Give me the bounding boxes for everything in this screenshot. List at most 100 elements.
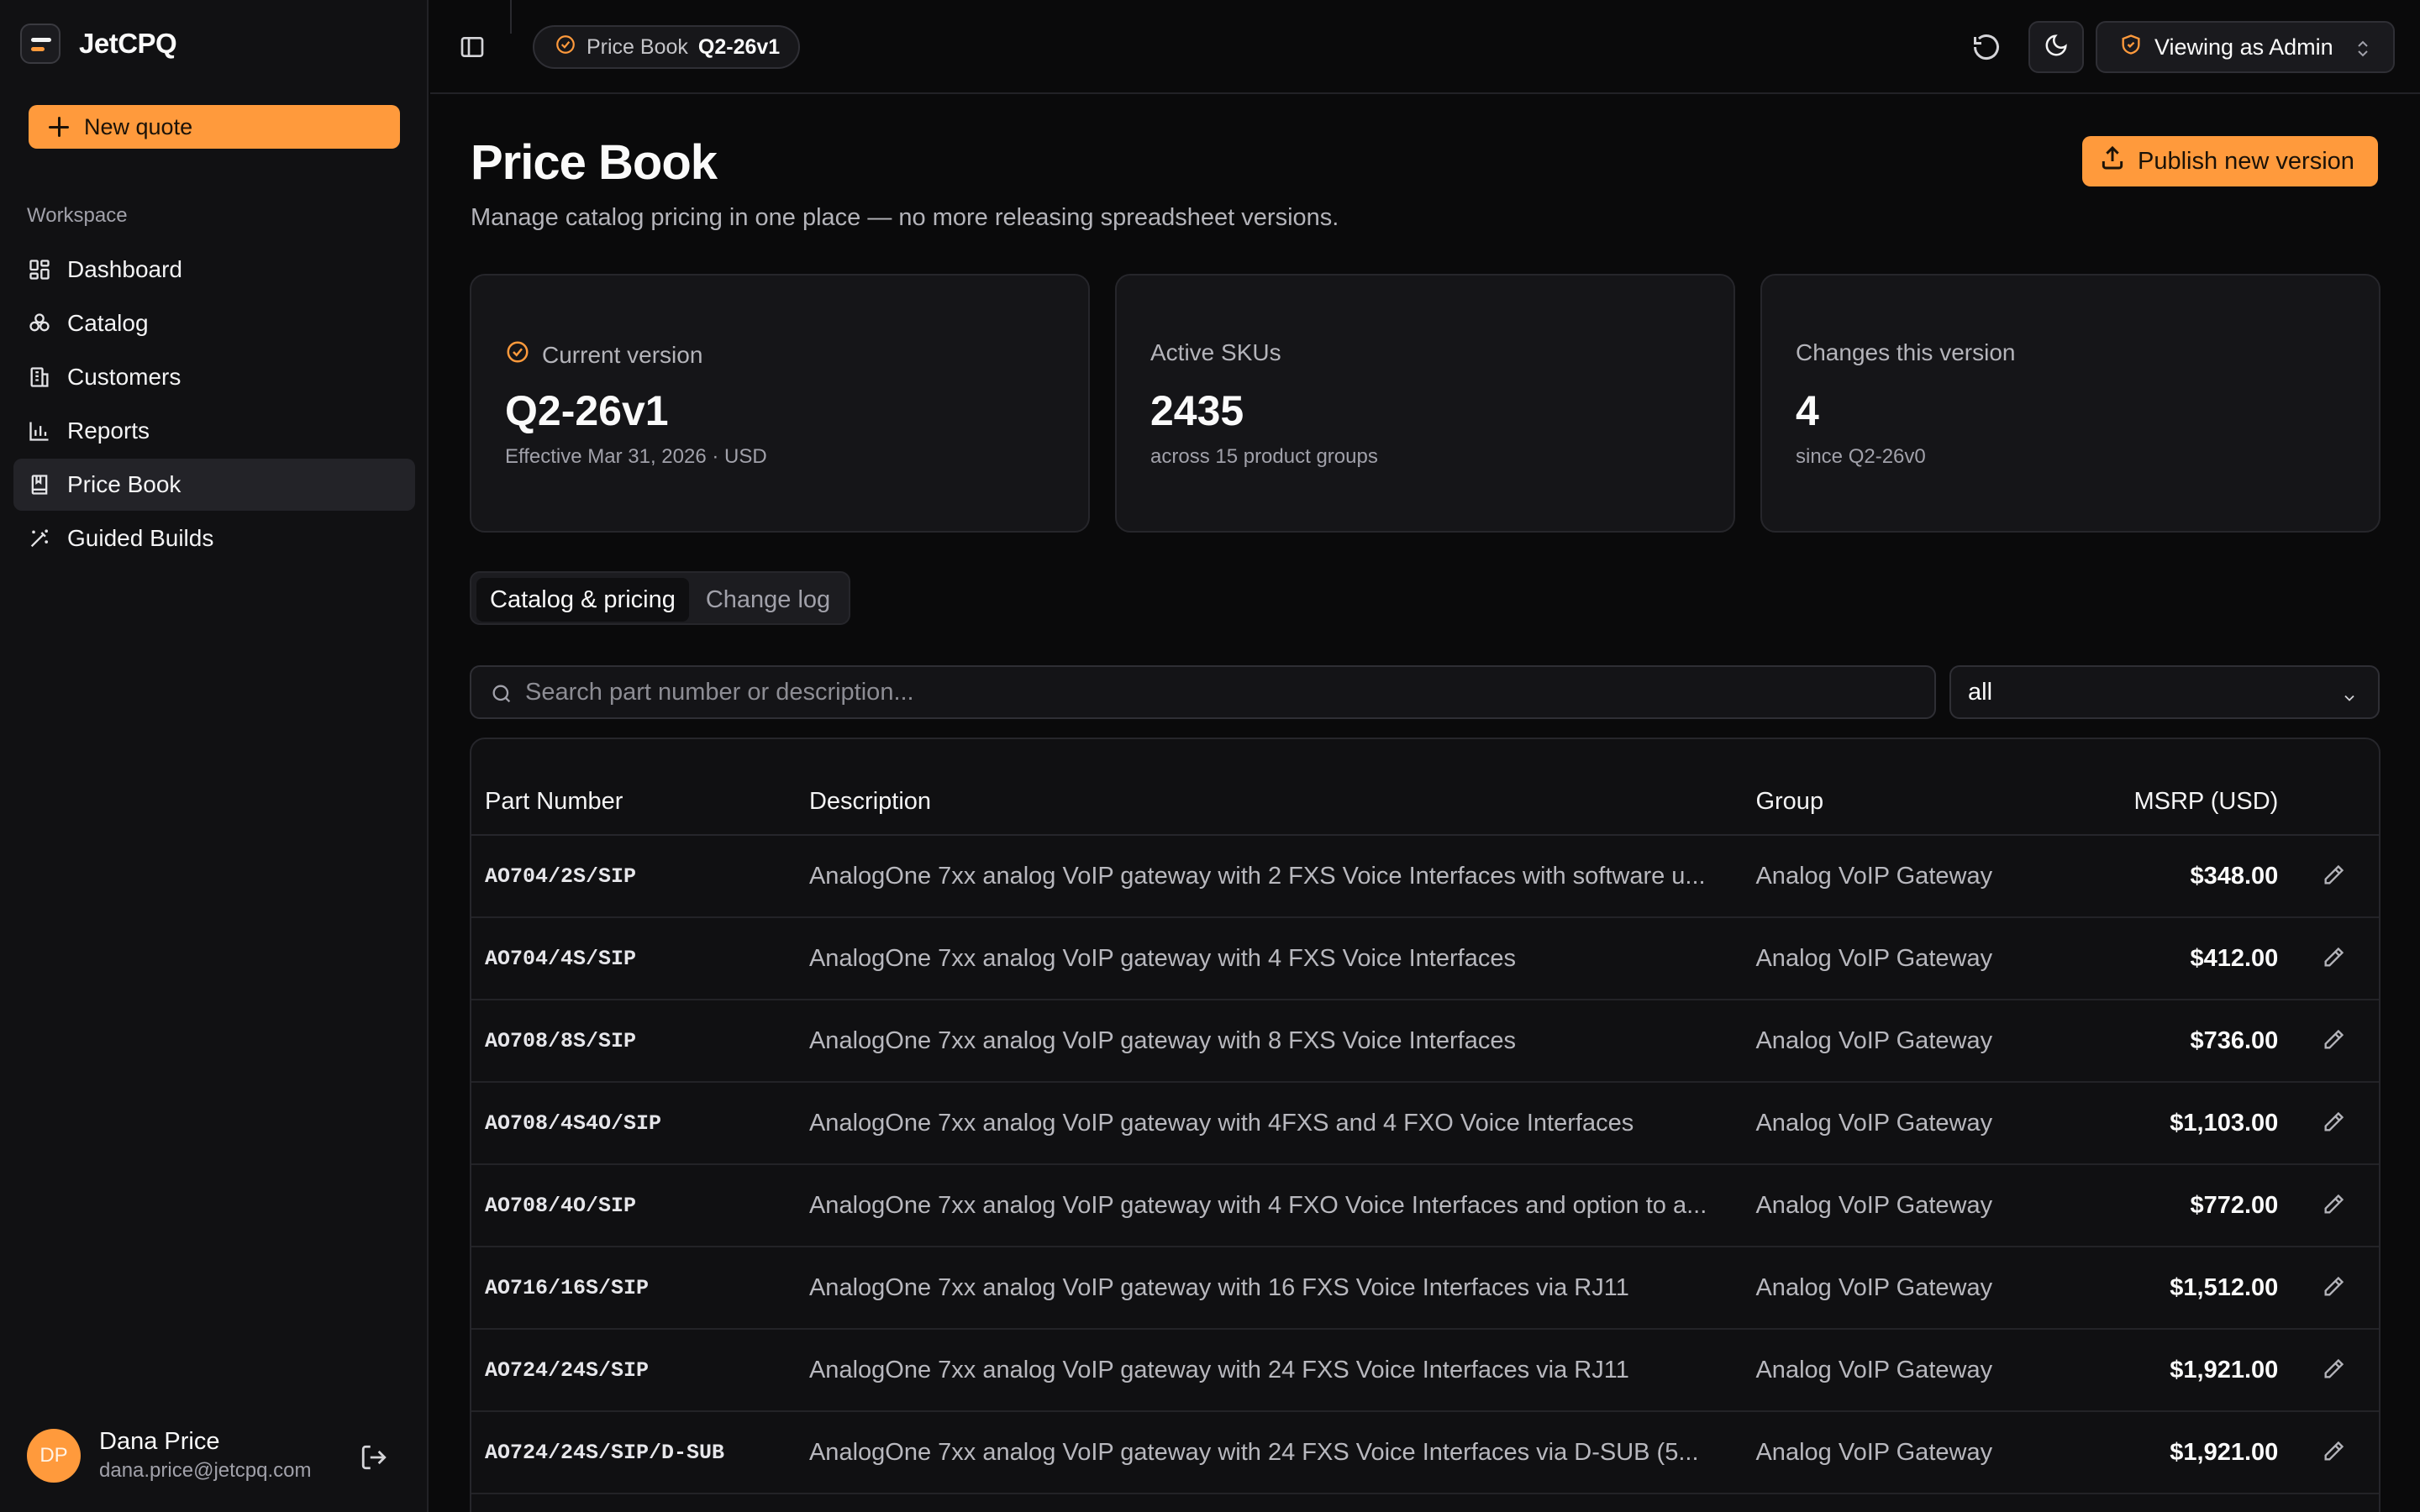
bar-chart-icon — [27, 418, 52, 444]
pencil-icon[interactable] — [2317, 1188, 2350, 1221]
sidebar-item-catalog[interactable]: Catalog — [13, 297, 415, 349]
topbar-divider — [510, 0, 512, 34]
card-label-text: Current version — [542, 341, 703, 368]
moon-icon — [2044, 33, 2069, 62]
shield-icon — [2119, 33, 2143, 62]
table-row[interactable]: AO704/4S/SIP AnalogOne 7xx analog VoIP ga… — [471, 917, 2379, 1000]
msrp-cell: $348.00 — [2115, 835, 2284, 918]
msrp-cell: $1,103.00 — [2115, 1082, 2284, 1165]
changes-card: Changes this version 4 since Q2-26v0 — [1760, 274, 2381, 533]
card-note: since Q2-26v0 — [1796, 445, 1926, 468]
description-cell: AnalogOne 7xx analog VoIP gateway with 2… — [808, 1411, 1756, 1494]
pencil-icon[interactable] — [2317, 1270, 2350, 1304]
brand[interactable]: JetCPQ — [20, 24, 177, 64]
msrp-cell: $1,921.00 — [2115, 1329, 2284, 1412]
pencil-icon[interactable] — [2317, 858, 2350, 892]
column-header-actions — [2283, 739, 2379, 836]
pencil-icon[interactable] — [2317, 1023, 2350, 1057]
column-header-description[interactable]: Description — [808, 739, 1756, 836]
table-row[interactable]: AO724/24S/SIP AnalogOne 7xx analog VoIP g… — [471, 1329, 2379, 1412]
sidebar: JetCPQ New quote Workspace Dashboard Cat… — [0, 0, 429, 1512]
description-cell: AnalogOne 7xx analog VoIP gateway with 2… — [808, 835, 1756, 918]
pencil-icon[interactable] — [2317, 1435, 2350, 1468]
new-quote-label: New quote — [84, 113, 193, 139]
sidebar-item-dashboard[interactable]: Dashboard — [13, 244, 415, 296]
card-value: 2435 — [1150, 387, 1244, 434]
column-header-part-number[interactable]: Part Number — [471, 739, 809, 836]
description-cell: AnalogOne 7xx analog VoIP gateway with 8… — [808, 1000, 1756, 1083]
part-number-cell: AO724/24S/SIP/D-SUB — [471, 1411, 809, 1494]
table-row[interactable]: AO708/4S4O/SIP AnalogOne 7xx analog VoIP … — [471, 1082, 2379, 1165]
part-number-cell: AO708/4S4O/SIP — [471, 1082, 809, 1165]
group-cell: Analog VoIP Gateway — [1755, 1164, 2116, 1247]
group-filter-select[interactable]: all — [1949, 665, 2380, 719]
table-row[interactable]: AO724/24S/SIP/D-SUB AnalogOne 7xx analog … — [471, 1411, 2379, 1494]
boxes-icon — [27, 311, 52, 336]
sidebar-item-guided-builds[interactable]: Guided Builds — [13, 512, 415, 564]
sidebar-nav: Dashboard Catalog Customers Reports Pric… — [13, 244, 415, 566]
pencil-icon[interactable] — [2317, 1105, 2350, 1139]
sidebar-item-customers[interactable]: Customers — [13, 351, 415, 403]
app-logo-icon — [20, 24, 60, 64]
new-quote-button[interactable]: New quote — [29, 105, 400, 149]
part-number-cell: AO708/4O/SIP — [471, 1164, 809, 1247]
table-header-row: Part Number Description Group MSRP (USD) — [471, 739, 2379, 836]
sidebar-item-label: Price Book — [67, 471, 182, 497]
card-label: Current version — [505, 339, 702, 370]
actions-cell — [2283, 1411, 2379, 1494]
badge-check-icon — [555, 34, 576, 61]
user-email: dana.price@jetcpq.com — [99, 1459, 312, 1482]
publish-new-version-button[interactable]: Publish new version — [2082, 136, 2378, 186]
pencil-icon[interactable] — [2317, 941, 2350, 974]
chevrons-up-down-icon — [2353, 38, 2373, 66]
group-cell: Analog VoIP Gateway — [1755, 917, 2116, 1000]
user-name: Dana Price — [99, 1428, 220, 1455]
badge-check-icon — [505, 339, 530, 370]
refresh-icon[interactable] — [1971, 32, 2002, 62]
part-number-cell: AO716/16S/SIP — [471, 1247, 809, 1330]
sidebar-item-reports[interactable]: Reports — [13, 405, 415, 457]
table-body: AO704/2S/SIP AnalogOne 7xx analog VoIP ga… — [471, 835, 2379, 1494]
plus-icon — [49, 117, 69, 137]
actions-cell — [2283, 1329, 2379, 1412]
card-label: Changes this version — [1796, 339, 2016, 365]
sidebar-item-label: Customers — [67, 364, 182, 390]
description-cell: AnalogOne 7xx analog VoIP gateway with 2… — [808, 1329, 1756, 1412]
tab-catalog-pricing[interactable]: Catalog & pricing — [476, 578, 689, 622]
breadcrumb[interactable]: Price Book Q2-26v1 — [533, 25, 801, 69]
group-cell: Analog VoIP Gateway — [1755, 1329, 2116, 1412]
actions-cell — [2283, 1247, 2379, 1330]
card-value: 4 — [1796, 387, 1819, 434]
role-switcher-button[interactable]: Viewing as Admin — [2096, 21, 2395, 73]
sidebar-item-label: Reports — [67, 417, 150, 444]
table-row[interactable]: AO704/2S/SIP AnalogOne 7xx analog VoIP ga… — [471, 835, 2379, 918]
part-number-cell: AO724/24S/SIP — [471, 1329, 809, 1412]
table-row[interactable]: AO708/8S/SIP AnalogOne 7xx analog VoIP ga… — [471, 1000, 2379, 1083]
msrp-cell: $736.00 — [2115, 1000, 2284, 1083]
sidebar-toggle-icon[interactable] — [459, 34, 486, 60]
pencil-icon[interactable] — [2317, 1352, 2350, 1386]
theme-toggle-button[interactable] — [2028, 21, 2084, 73]
upload-icon — [2099, 144, 2126, 178]
logout-icon[interactable] — [360, 1443, 388, 1472]
page-title: Price Book — [471, 135, 718, 190]
group-filter-value: all — [1968, 678, 1993, 706]
search-box[interactable] — [470, 665, 1936, 719]
card-label: Active SKUs — [1150, 339, 1281, 365]
tab-change-log[interactable]: Change log — [692, 578, 844, 622]
msrp-cell: $1,512.00 — [2115, 1247, 2284, 1330]
column-header-group[interactable]: Group — [1755, 739, 2116, 836]
description-cell: AnalogOne 7xx analog VoIP gateway with 4… — [808, 917, 1756, 1000]
card-value: Q2-26v1 — [505, 387, 669, 434]
user-profile[interactable]: DP Dana Price dana.price@jetcpq.com — [27, 1428, 312, 1483]
sidebar-item-price-book[interactable]: Price Book — [13, 459, 415, 511]
search-input[interactable] — [525, 678, 1870, 706]
sidebar-item-label: Dashboard — [67, 256, 182, 282]
msrp-cell: $772.00 — [2115, 1164, 2284, 1247]
workspace-section-label: Workspace — [27, 204, 128, 227]
column-header-msrp[interactable]: MSRP (USD) — [2115, 739, 2284, 836]
msrp-cell: $1,921.00 — [2115, 1411, 2284, 1494]
table-row[interactable]: AO708/4O/SIP AnalogOne 7xx analog VoIP ga… — [471, 1164, 2379, 1247]
table-row[interactable]: AO716/16S/SIP AnalogOne 7xx analog VoIP g… — [471, 1247, 2379, 1330]
topbar: Price Book Q2-26v1 Viewing as Admin — [430, 0, 2420, 94]
